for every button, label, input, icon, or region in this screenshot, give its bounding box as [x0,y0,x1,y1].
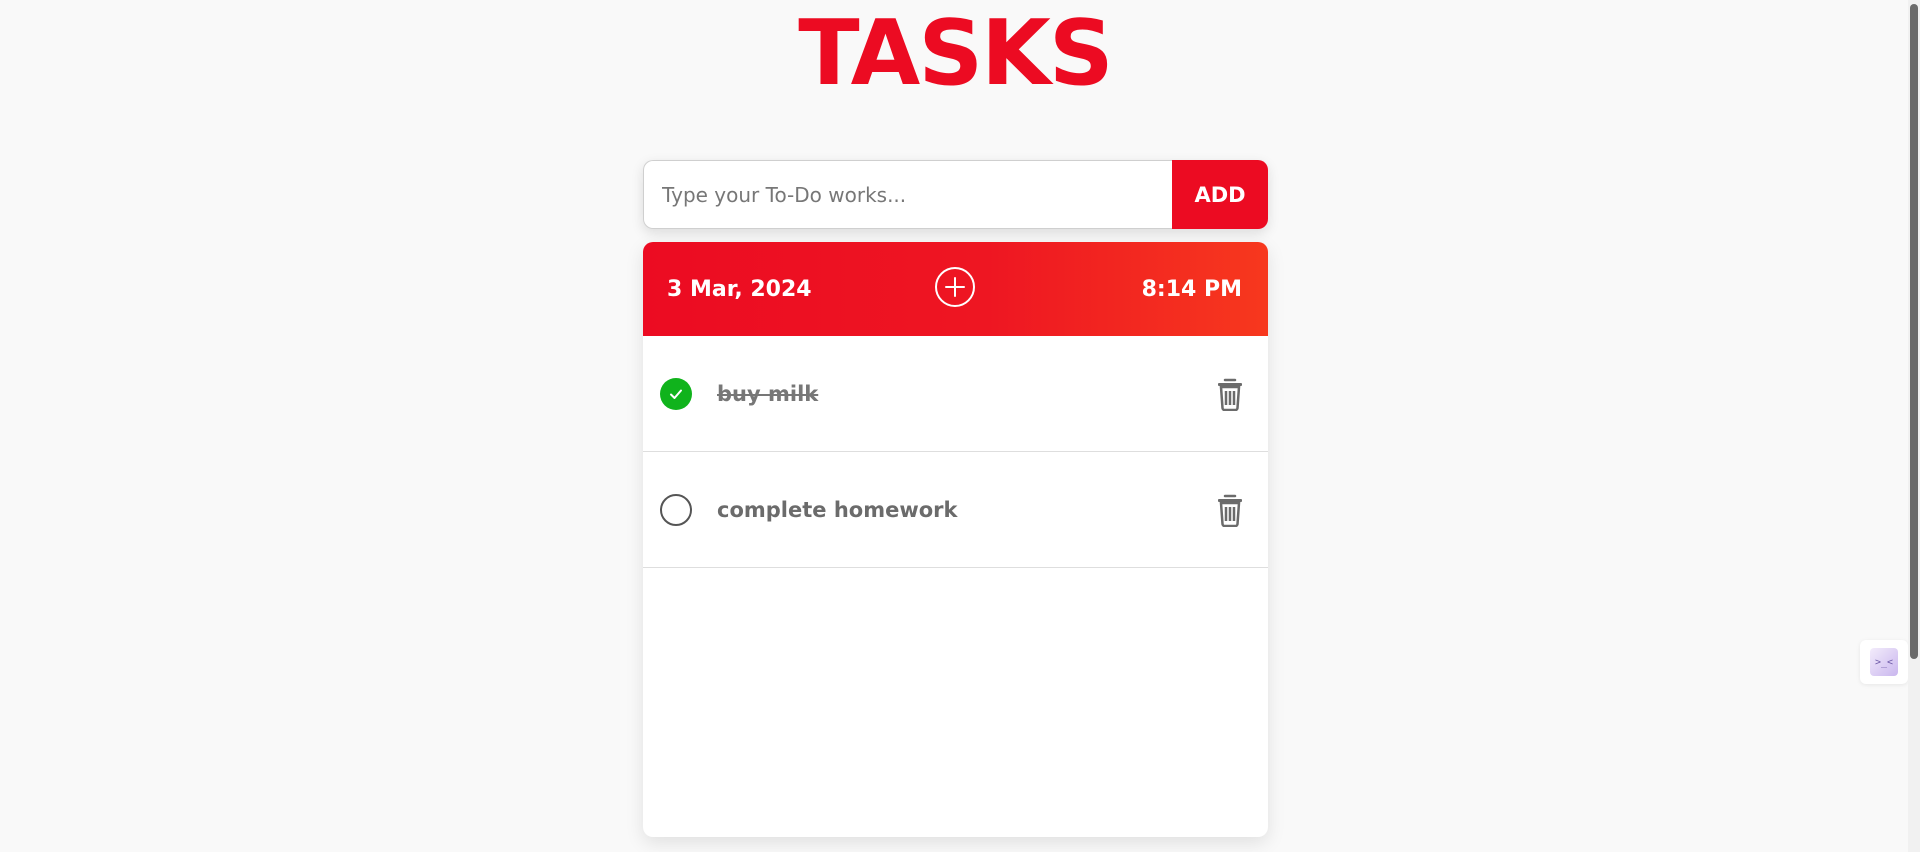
current-date: 3 Mar, 2024 [667,276,812,302]
devtools-widget[interactable]: >_< [1860,640,1908,684]
task-text[interactable]: complete homework [717,498,957,522]
checked-circle-icon[interactable] [660,377,692,410]
add-button[interactable]: ADD [1172,160,1268,229]
task-row: buy milk [643,336,1268,452]
app-title: TASKS [798,1,1113,106]
scrollbar-thumb[interactable] [1910,4,1918,659]
trash-icon[interactable] [1216,377,1244,411]
todo-card: 3 Mar, 2024 8:14 PM buy milk complete ho… [643,242,1268,837]
todo-form: ADD [643,160,1268,229]
todo-input[interactable] [643,160,1172,229]
plus-circle-icon[interactable] [935,267,975,307]
scrollbar[interactable] [1908,0,1920,852]
trash-icon[interactable] [1216,493,1244,527]
current-time: 8:14 PM [1141,276,1242,302]
task-text[interactable]: buy milk [717,382,818,406]
task-row: complete homework [643,452,1268,568]
card-header: 3 Mar, 2024 8:14 PM [643,242,1268,336]
page: TASKS ADD 3 Mar, 2024 8:14 PM buy milk [0,0,1920,852]
empty-circle-icon[interactable] [660,493,692,526]
devtools-widget-icon: >_< [1870,648,1898,676]
